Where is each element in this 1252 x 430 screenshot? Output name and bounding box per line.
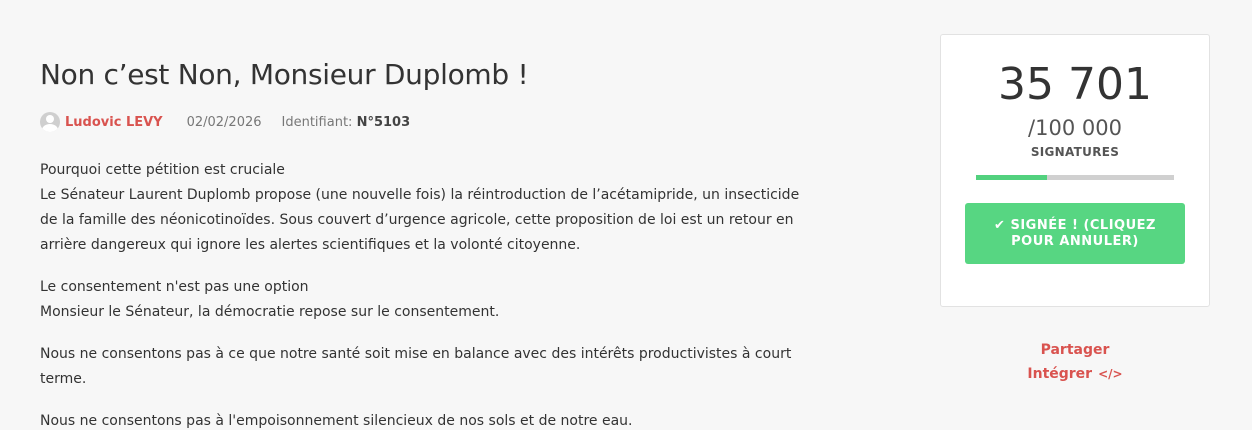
paragraph-4: Nous ne consentons pas à l'empoisonnemen… xyxy=(40,413,633,429)
paragraph-1-body: Le Sénateur Laurent Duplomb propose (une… xyxy=(40,187,800,253)
paragraph-1: Pourquoi cette pétition est cruciale Le … xyxy=(40,158,820,258)
sign-button[interactable]: ✔ SIGNÉE ! (CLIQUEZ POUR ANNULER) xyxy=(965,203,1185,264)
code-icon: </> xyxy=(1098,367,1123,381)
paragraph-2: Le consentement n'est pas une option Mon… xyxy=(40,275,820,325)
paragraph-3: Nous ne consentons pas à ce que notre sa… xyxy=(40,346,792,387)
author-link[interactable]: Ludovic LEVY xyxy=(65,115,163,130)
share-link[interactable]: Partager xyxy=(1000,342,1150,358)
signature-progress-bar xyxy=(976,175,1174,180)
signature-goal: /100 000 xyxy=(1028,116,1122,140)
progress-fill xyxy=(976,175,1047,180)
embed-link[interactable]: Intégrer </> xyxy=(1027,366,1122,382)
petition-meta: Ludovic LEVY 02/02/2026 Identifiant: N°5… xyxy=(40,112,820,132)
avatar-icon xyxy=(40,112,60,132)
signature-card: 35 701 /100 000 SIGNATURES ✔ SIGNÉE ! (C… xyxy=(940,34,1210,307)
paragraph-2-heading: Le consentement n'est pas une option xyxy=(40,279,309,295)
identifier-label: Identifiant: xyxy=(281,114,353,130)
signatures-label: SIGNATURES xyxy=(1030,145,1120,159)
identifier-value: N°5103 xyxy=(356,114,411,130)
sign-button-line-1: ✔ SIGNÉE ! (CLIQUEZ xyxy=(994,217,1156,233)
paragraph-1-heading: Pourquoi cette pétition est cruciale xyxy=(40,162,285,178)
identifier: Identifiant: N°5103 xyxy=(282,115,411,130)
petition-date: 02/02/2026 xyxy=(186,114,262,130)
signature-count: 35 701 xyxy=(998,59,1152,110)
sign-button-line-2: POUR ANNULER) xyxy=(1011,233,1139,249)
petition-main: Non c’est Non, Monsieur Duplomb ! Ludovi… xyxy=(40,58,820,430)
embed-label: Intégrer xyxy=(1027,366,1093,382)
petition-content: Pourquoi cette pétition est cruciale Le … xyxy=(40,158,820,430)
paragraph-2-body: Monsieur le Sénateur, la démocratie repo… xyxy=(40,304,500,320)
petition-title: Non c’est Non, Monsieur Duplomb ! xyxy=(40,58,529,91)
share-actions: Partager Intégrer </> xyxy=(1000,342,1150,382)
petition-page: Non c’est Non, Monsieur Duplomb ! Ludovi… xyxy=(0,0,1252,430)
